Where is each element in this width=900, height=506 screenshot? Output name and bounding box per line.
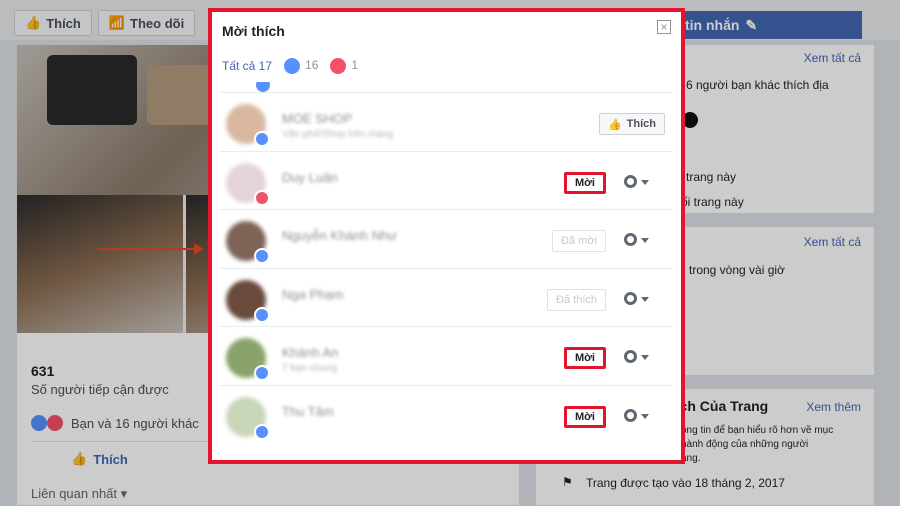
- action-label: Thích: [626, 118, 656, 130]
- like-badge-icon: [256, 82, 270, 92]
- person-name[interactable]: Nga Phạm: [282, 287, 343, 302]
- like-badge-icon: [254, 248, 270, 264]
- tab-like[interactable]: 16: [284, 58, 318, 74]
- gear-icon[interactable]: [624, 174, 637, 188]
- person-name[interactable]: Khánh An: [282, 345, 338, 360]
- invite-button[interactable]: Mời: [563, 347, 606, 369]
- like-badge-icon: [254, 365, 270, 381]
- action-label: Đã mời: [561, 235, 597, 247]
- person-name[interactable]: MOE SHOP: [282, 111, 352, 126]
- list-item-partial: [220, 82, 673, 92]
- thumbs-up-icon: 👍: [607, 118, 622, 131]
- like-page-button[interactable]: 👍 Thích: [598, 113, 665, 135]
- person-name[interactable]: Thu Tâm: [282, 404, 334, 419]
- love-count: 1: [351, 58, 359, 73]
- chevron-down-icon[interactable]: [641, 413, 649, 419]
- invite-button[interactable]: Mời: [563, 405, 606, 428]
- list-item: Nguyễn Khánh Như Đã mời: [220, 209, 673, 268]
- gear-icon[interactable]: [624, 350, 637, 363]
- list-item: Khánh An 7 bạn chung Mời: [220, 326, 673, 385]
- like-badge-icon: [254, 131, 270, 147]
- dialog-header: Mời thích: [212, 12, 681, 50]
- list-item: MOE SHOP Vân phố/Shop trên mạng 👍 Thích: [220, 92, 673, 151]
- list-item: Thu Tâm Mời: [220, 384, 673, 444]
- invite-button[interactable]: Mời: [563, 171, 606, 194]
- chevron-down-icon[interactable]: [641, 355, 649, 360]
- list-item: Duy Luân Mời: [220, 150, 673, 210]
- close-icon[interactable]: ×: [657, 20, 671, 34]
- gear-icon[interactable]: [624, 408, 637, 422]
- tab-all[interactable]: Tất cả 17: [222, 59, 272, 73]
- action-label: Mời: [574, 410, 595, 423]
- person-subtitle: Vân phố/Shop trên mạng: [282, 129, 394, 140]
- like-badge-icon: [254, 423, 270, 440]
- invite-like-dialog: Mời thích × Tất cả 17 16 1 MOE SHOP Vân p…: [208, 8, 685, 464]
- action-label: Mời: [574, 176, 595, 189]
- dialog-title: Mời thích: [222, 23, 285, 39]
- like-badge-icon: [254, 306, 270, 323]
- like-reaction-icon: [284, 58, 301, 74]
- action-label: Đã thích: [556, 293, 597, 306]
- person-name[interactable]: Duy Luân: [282, 170, 338, 185]
- love-badge-icon: [254, 189, 270, 206]
- tab-love[interactable]: 1: [330, 58, 358, 74]
- chevron-down-icon[interactable]: [641, 238, 649, 243]
- gear-icon[interactable]: [624, 233, 637, 246]
- person-subtitle: 7 bạn chung: [282, 363, 338, 374]
- chevron-down-icon[interactable]: [641, 179, 649, 185]
- person-name[interactable]: Nguyễn Khánh Như: [282, 228, 397, 243]
- status-button: Đã thích: [547, 288, 606, 311]
- like-count: 16: [305, 58, 319, 73]
- action-label: Mời: [574, 352, 595, 364]
- people-list: MOE SHOP Vân phố/Shop trên mạng 👍 Thích Duy …: [220, 82, 673, 443]
- chevron-down-icon[interactable]: [641, 296, 649, 302]
- gear-icon[interactable]: [624, 291, 637, 305]
- love-reaction-icon: [330, 58, 347, 74]
- reaction-tabs: Tất cả 17 16 1: [212, 50, 681, 82]
- list-item: Nga Phạm Đã thích: [220, 267, 673, 327]
- status-button: Đã mời: [552, 230, 606, 252]
